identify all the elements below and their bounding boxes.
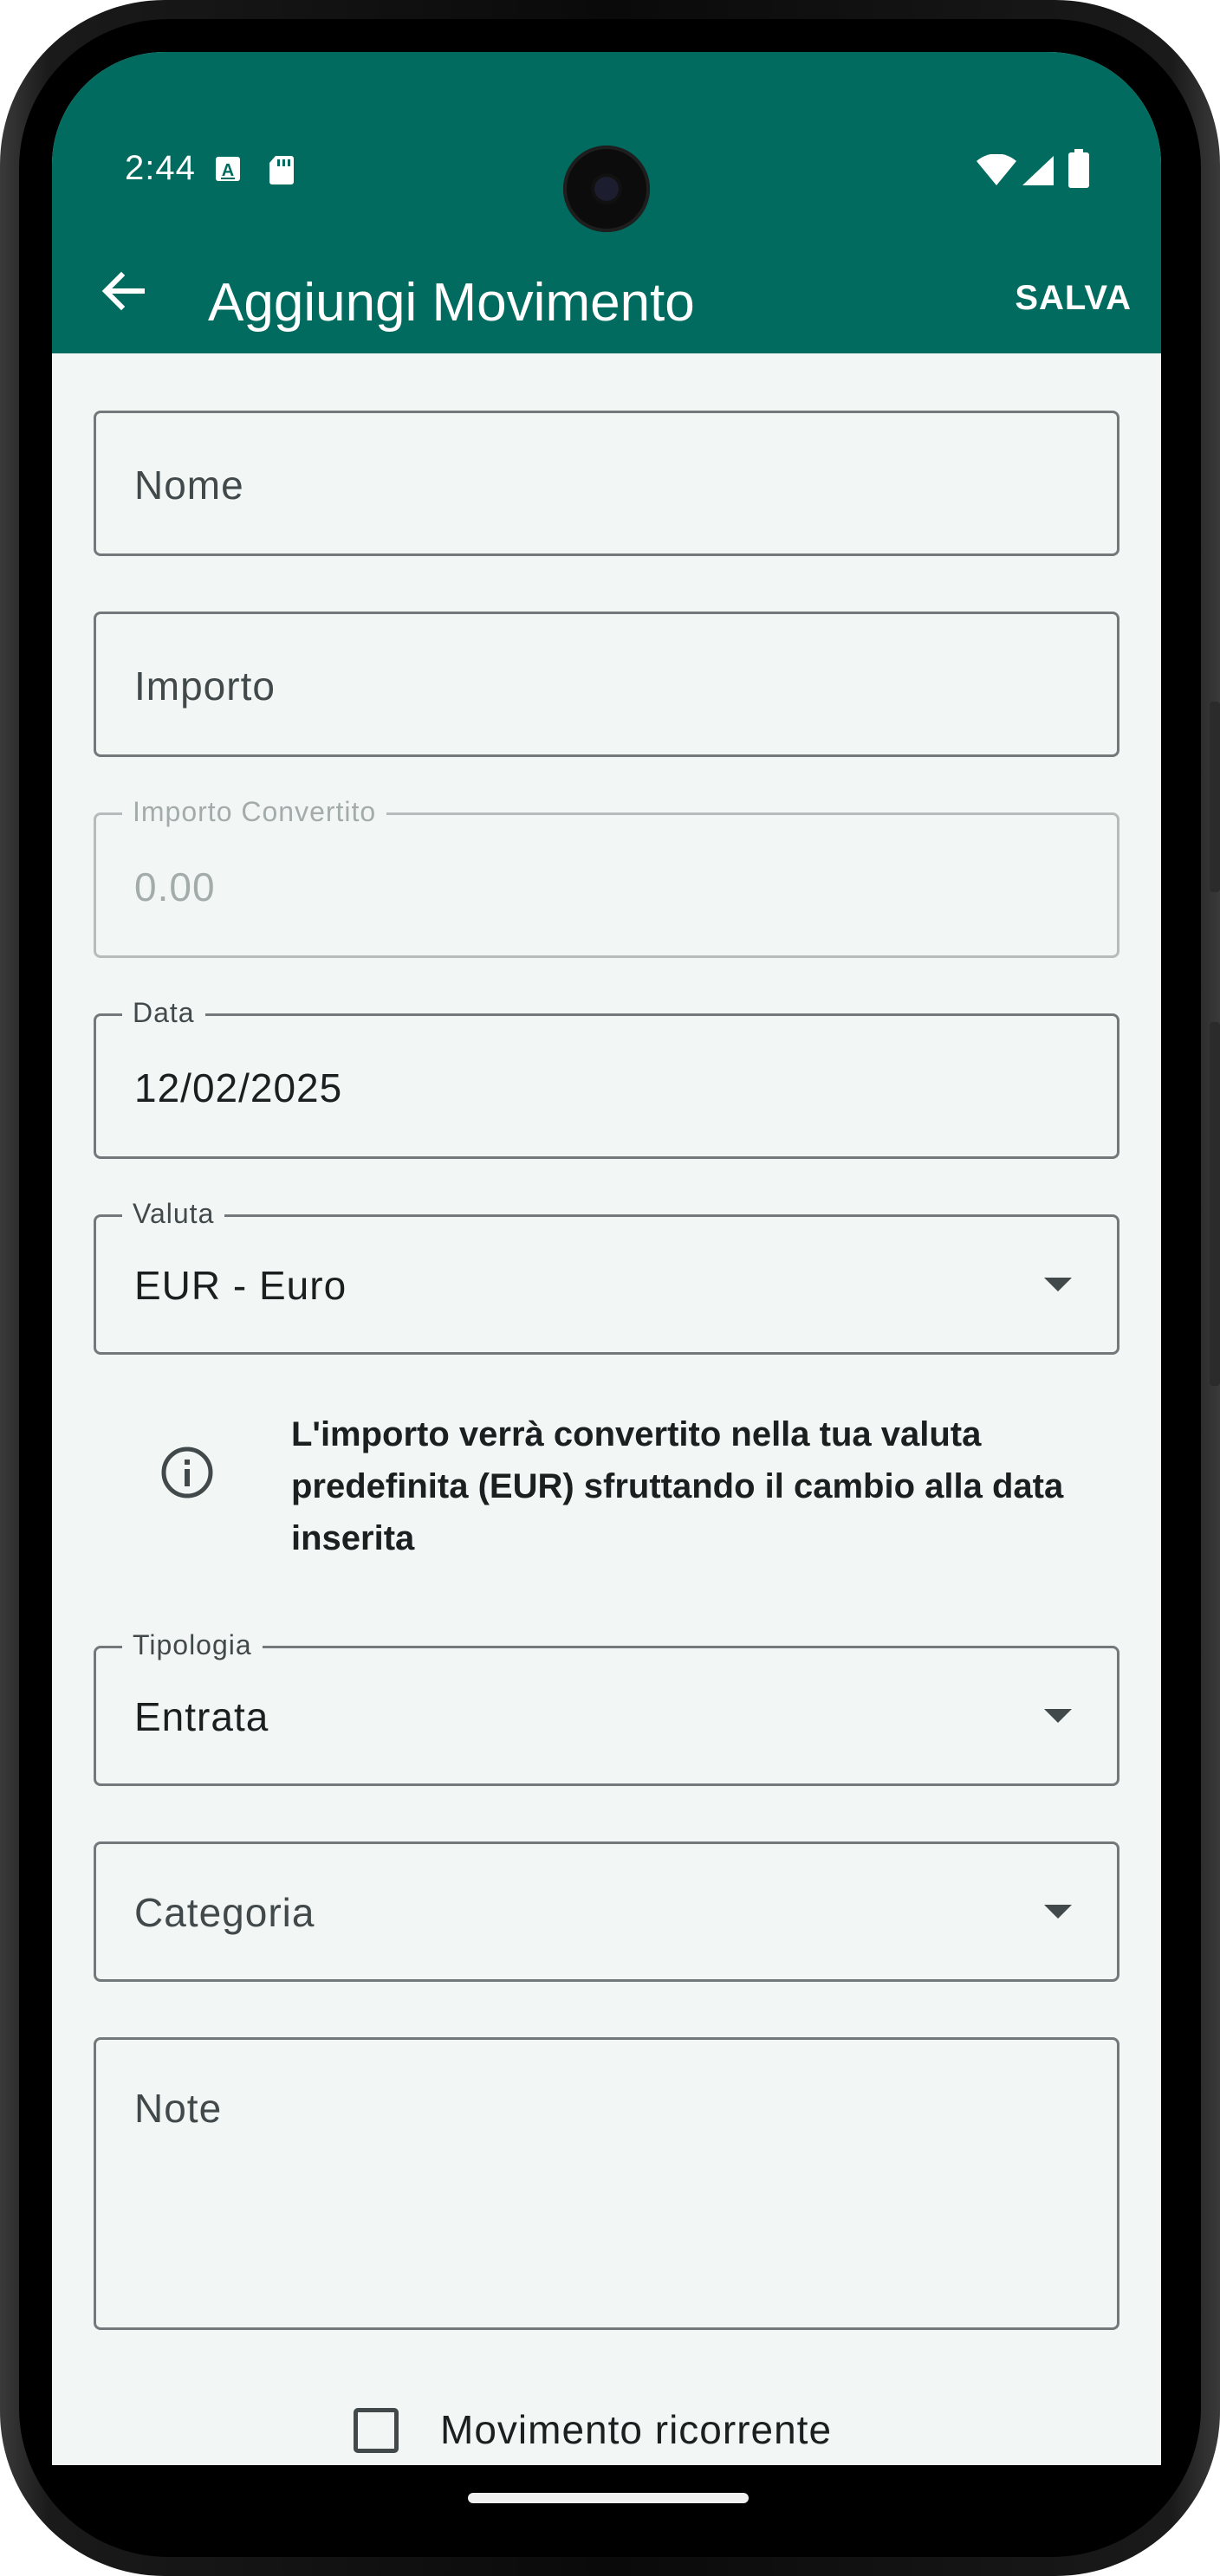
arrow-back-icon[interactable] (97, 263, 152, 319)
signal-icon (1021, 154, 1055, 191)
categoria-placeholder: Categoria (134, 1890, 315, 1935)
note-field[interactable]: Note (94, 2037, 1119, 2330)
data-value: 12/02/2025 (134, 1065, 343, 1110)
app-bar: 2:44 A Aggiungi Movimento SALVA (52, 52, 1161, 353)
nome-field[interactable]: Nome (94, 411, 1119, 556)
nome-placeholder: Nome (134, 463, 244, 508)
power-button (1210, 702, 1220, 892)
chevron-down-icon (1044, 1709, 1072, 1723)
valuta-dropdown[interactable]: Valuta EUR - Euro (94, 1198, 1119, 1355)
phone-frame: 2:44 A Aggiungi Movimento SALVA Nome Imp… (0, 0, 1220, 2576)
importo-convertito-value: 0.00 (134, 864, 216, 909)
importo-convertito-label: Importo Convertito (122, 796, 387, 828)
front-camera (563, 146, 650, 232)
importo-field[interactable]: Importo (94, 612, 1119, 757)
info-icon (159, 1445, 215, 1500)
tipologia-value: Entrata (134, 1694, 269, 1739)
text-recognition-icon: A (213, 154, 243, 188)
status-time: 2:44 (125, 149, 196, 187)
note-placeholder: Note (134, 2086, 223, 2131)
chevron-down-icon (1044, 1905, 1072, 1919)
home-indicator[interactable] (468, 2493, 749, 2503)
sd-card-icon (267, 154, 296, 190)
save-button[interactable]: SALVA (1015, 279, 1132, 318)
categoria-dropdown[interactable]: Categoria (94, 1841, 1119, 1982)
importo-convertito-field: Importo Convertito 0.00 (94, 796, 1119, 958)
importo-placeholder: Importo (134, 663, 276, 709)
volume-button (1210, 1022, 1220, 1386)
data-field[interactable]: Data 12/02/2025 (94, 997, 1119, 1159)
app-screen: 2:44 A Aggiungi Movimento SALVA Nome Imp… (52, 52, 1161, 2465)
svg-text:A: A (222, 161, 234, 180)
page-title: Aggiungi Movimento (208, 273, 695, 333)
data-label: Data (122, 997, 205, 1029)
tipologia-label: Tipologia (122, 1629, 263, 1661)
tipologia-dropdown[interactable]: Tipologia Entrata (94, 1629, 1119, 1786)
valuta-value: EUR - Euro (134, 1263, 347, 1308)
battery-icon (1068, 149, 1090, 193)
wifi-icon (976, 153, 1017, 191)
ricorrente-label: Movimento ricorrente (440, 2407, 833, 2452)
info-text: L'importo verrà convertito nella tua val… (291, 1415, 1064, 1557)
valuta-label: Valuta (122, 1198, 225, 1230)
chevron-down-icon (1044, 1278, 1072, 1291)
ricorrente-checkbox[interactable] (354, 2408, 399, 2453)
